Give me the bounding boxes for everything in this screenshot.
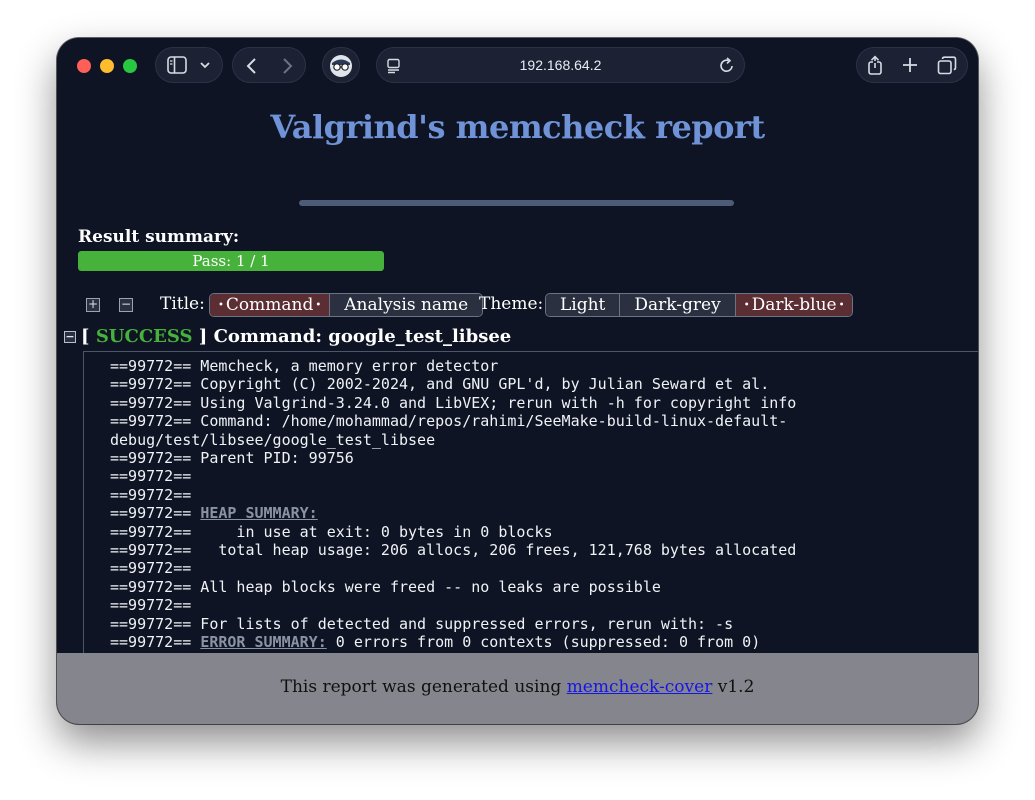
log-section-heading: ERROR SUMMARY: bbox=[200, 633, 327, 652]
log-line: debug/test/libsee/google_test_libsee bbox=[110, 430, 436, 449]
collapse-icon[interactable]: − bbox=[64, 331, 76, 343]
minimize-window-button[interactable] bbox=[100, 59, 114, 73]
extension-button[interactable] bbox=[322, 47, 360, 83]
command-header[interactable]: −[ SUCCESS ] Command: google_test_libsee bbox=[64, 326, 511, 348]
zoom-window-button[interactable] bbox=[123, 59, 137, 73]
theme-option-dark-blue[interactable]: Dark-blue bbox=[735, 294, 853, 316]
log-line: ==99772== All heap blocks were freed -- … bbox=[110, 577, 661, 596]
log-line: ==99772== total heap usage: 206 allocs, … bbox=[110, 541, 797, 560]
log-line: ==99772== Using Valgrind-3.24.0 and LibV… bbox=[110, 393, 797, 412]
log-line: ==99772== HEAP SUMMARY: bbox=[110, 504, 318, 523]
memcheck-cover-link[interactable]: memcheck-cover bbox=[567, 677, 713, 697]
log-line: ==99772== bbox=[110, 467, 192, 486]
result-summary-label: Result summary: bbox=[78, 227, 240, 247]
share-icon[interactable] bbox=[866, 55, 884, 76]
footer-prefix: This report was generated using bbox=[280, 677, 567, 697]
log-line: ==99772== in use at exit: 0 bytes in 0 b… bbox=[110, 522, 553, 541]
theme-option-light[interactable]: Light bbox=[546, 294, 621, 316]
close-window-button[interactable] bbox=[77, 59, 91, 73]
title-mode-selector: Command Analysis name bbox=[209, 293, 484, 317]
bracket-close: ] bbox=[198, 326, 208, 347]
page-footer: This report was generated using memcheck… bbox=[57, 653, 978, 724]
bracket-open: [ bbox=[81, 326, 90, 347]
sidebar-icon[interactable] bbox=[167, 56, 187, 74]
tab-overview-icon[interactable] bbox=[937, 56, 957, 75]
title-option-command[interactable]: Command bbox=[210, 294, 331, 316]
footer-text: This report was generated using memcheck… bbox=[57, 677, 978, 697]
navigation-group bbox=[232, 47, 306, 83]
log-section-heading: HEAP SUMMARY: bbox=[200, 504, 318, 523]
back-icon[interactable] bbox=[245, 57, 259, 75]
reload-icon[interactable] bbox=[719, 57, 735, 74]
command-title: Command: google_test_libsee bbox=[213, 326, 512, 347]
address-text: 192.168.64.2 bbox=[519, 57, 602, 73]
status-badge: SUCCESS bbox=[95, 326, 193, 347]
log-line: ==99772== bbox=[110, 596, 192, 615]
extension-icon bbox=[330, 55, 352, 77]
report-page: Valgrind's memcheck report Result summar… bbox=[57, 94, 978, 660]
log-line: ==99772== ERROR SUMMARY: 0 errors from 0… bbox=[110, 633, 761, 652]
title-underline bbox=[299, 200, 734, 206]
toolbar-actions-group bbox=[856, 47, 968, 83]
log-line: ==99772== Command: /home/mohammad/repos/… bbox=[110, 412, 788, 431]
address-bar[interactable]: 192.168.64.2 bbox=[376, 47, 745, 83]
log-line: ==99772== bbox=[110, 485, 192, 504]
valgrind-log: ==99772== Memcheck, a memory error detec… bbox=[83, 351, 978, 660]
collapse-all-icon[interactable]: − bbox=[119, 298, 133, 312]
theme-option-dark-grey[interactable]: Dark-grey bbox=[620, 294, 736, 316]
sidebar-toggle-group bbox=[155, 47, 223, 83]
browser-toolbar: 192.168.64.2 bbox=[57, 38, 978, 94]
result-progress-bar: Pass: 1 / 1 bbox=[78, 251, 384, 271]
footer-suffix: v1.2 bbox=[712, 677, 755, 697]
title-mode-label: Title: bbox=[160, 294, 205, 314]
log-line: ==99772== Copyright (C) 2002-2024, and G… bbox=[110, 375, 770, 394]
page-title: Valgrind's memcheck report bbox=[270, 108, 765, 146]
new-tab-icon[interactable] bbox=[902, 57, 918, 73]
expand-all-icon[interactable]: + bbox=[86, 298, 100, 312]
log-line: ==99772== For lists of detected and supp… bbox=[110, 614, 734, 633]
log-line: ==99772== Memcheck, a memory error detec… bbox=[110, 357, 499, 375]
log-line: ==99772== bbox=[110, 559, 192, 578]
chevron-down-icon[interactable] bbox=[199, 61, 211, 70]
browser-window: 192.168.64.2 Valgrind's memcheck report … bbox=[57, 38, 978, 724]
forward-icon[interactable] bbox=[280, 57, 294, 75]
theme-selector: Light Dark-grey Dark-blue bbox=[545, 293, 854, 317]
title-option-analysis-name[interactable]: Analysis name bbox=[330, 294, 483, 316]
log-line: ==99772== Parent PID: 99756 bbox=[110, 449, 354, 468]
theme-label: Theme: bbox=[479, 294, 544, 314]
progress-text: Pass: 1 / 1 bbox=[192, 252, 270, 270]
